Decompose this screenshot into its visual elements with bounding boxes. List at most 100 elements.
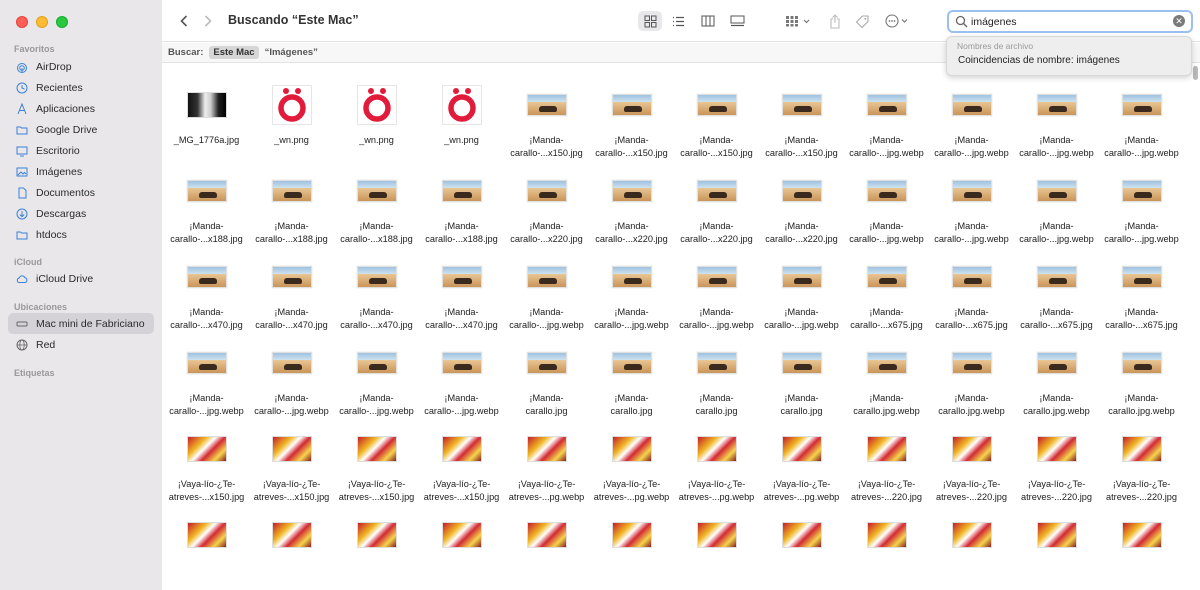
file-item[interactable]: ¡Vaya-lío-¿Te- atreves-...pg.webp <box>504 408 589 502</box>
file-item[interactable]: ¡Vaya-lío-¿Te- atreves-...220.jpg <box>1099 408 1184 502</box>
file-item[interactable]: ¡Manda- carallo-...x675.jpg <box>929 236 1014 330</box>
file-item[interactable]: ¡Manda- carallo.jpg <box>759 322 844 416</box>
file-item[interactable] <box>1099 494 1184 580</box>
icon-view-button[interactable] <box>638 11 662 31</box>
file-item[interactable]: ¡Manda- carallo-...jpg.webp <box>1099 150 1184 244</box>
file-item[interactable]: _wn.png <box>419 64 504 150</box>
sidebar-item-aplicaciones[interactable]: Aplicaciones <box>8 98 154 119</box>
sidebar-item-imagenes[interactable]: Imágenes <box>8 161 154 182</box>
file-item[interactable]: ¡Manda- carallo-...jpg.webp <box>164 322 249 416</box>
file-item[interactable]: ¡Vaya-lío-¿Te- atreves-...pg.webp <box>759 408 844 502</box>
suggestion-filename-match[interactable]: Coincidencias de nombre: imágenes <box>958 55 1120 66</box>
file-item[interactable]: ¡Manda- carallo-...jpg.webp <box>249 322 334 416</box>
file-item[interactable]: _MG_1776a.jpg <box>164 64 249 150</box>
forward-button[interactable] <box>200 12 216 30</box>
file-item[interactable]: ¡Vaya-lío-¿Te- atreves-...220.jpg <box>929 408 1014 502</box>
search-field[interactable]: ✕ <box>947 10 1193 33</box>
file-item[interactable] <box>929 494 1014 580</box>
column-view-button[interactable] <box>698 11 718 31</box>
file-item[interactable]: ¡Manda- carallo-...x188.jpg <box>419 150 504 244</box>
file-item[interactable] <box>759 494 844 580</box>
file-item[interactable]: ¡Manda- carallo-...x220.jpg <box>674 150 759 244</box>
clear-search-icon[interactable]: ✕ <box>1173 15 1185 27</box>
scope-this-mac-button[interactable]: Este Mac <box>209 46 259 59</box>
sidebar-item-google-drive[interactable]: Google Drive <box>8 119 154 140</box>
file-item[interactable]: ¡Manda- carallo.jpg.webp <box>1014 322 1099 416</box>
file-item[interactable]: ¡Manda- carallo-...jpg.webp <box>589 236 674 330</box>
file-item[interactable] <box>419 494 504 580</box>
file-item[interactable]: _wn.png <box>249 64 334 150</box>
close-window-button[interactable] <box>16 16 28 28</box>
sidebar-item-recientes[interactable]: Recientes <box>8 77 154 98</box>
file-item[interactable]: ¡Manda- carallo-...jpg.webp <box>1014 150 1099 244</box>
file-item[interactable]: ¡Manda- carallo-...jpg.webp <box>1099 64 1184 158</box>
file-item[interactable]: ¡Manda- carallo.jpg <box>674 322 759 416</box>
file-item[interactable]: ¡Vaya-lío-¿Te- atreves-...pg.webp <box>674 408 759 502</box>
file-item[interactable]: ¡Vaya-lío-¿Te- atreves-...pg.webp <box>589 408 674 502</box>
file-item[interactable]: ¡Manda- carallo-...x150.jpg <box>589 64 674 158</box>
file-item[interactable]: ¡Manda- carallo-...x675.jpg <box>844 236 929 330</box>
file-item[interactable] <box>1014 494 1099 580</box>
file-item[interactable]: ¡Manda- carallo-...jpg.webp <box>504 236 589 330</box>
sidebar-item-documentos[interactable]: Documentos <box>8 182 154 203</box>
file-item[interactable]: ¡Vaya-lío-¿Te- atreves-...220.jpg <box>1014 408 1099 502</box>
file-item[interactable]: ¡Manda- carallo-...x470.jpg <box>334 236 419 330</box>
file-item[interactable]: ¡Manda- carallo-...jpg.webp <box>674 236 759 330</box>
file-item[interactable]: ¡Manda- carallo.jpg.webp <box>1099 322 1184 416</box>
file-item[interactable]: ¡Manda- carallo-...jpg.webp <box>844 64 929 158</box>
tags-button[interactable] <box>852 11 872 31</box>
sidebar-item-descargas[interactable]: Descargas <box>8 203 154 224</box>
file-item[interactable] <box>249 494 334 580</box>
gallery-view-button[interactable] <box>726 11 748 31</box>
back-button[interactable] <box>176 12 192 30</box>
file-item[interactable]: ¡Manda- carallo-...x188.jpg <box>249 150 334 244</box>
file-item[interactable] <box>164 494 249 580</box>
file-item[interactable]: ¡Manda- carallo-...x220.jpg <box>504 150 589 244</box>
search-input[interactable] <box>971 14 1161 29</box>
file-item[interactable]: _wn.png <box>334 64 419 150</box>
file-item[interactable]: ¡Manda- carallo.jpg <box>589 322 674 416</box>
list-view-button[interactable] <box>668 11 688 31</box>
file-item[interactable]: ¡Manda- carallo-...x188.jpg <box>334 150 419 244</box>
file-item[interactable]: ¡Manda- carallo-...x150.jpg <box>759 64 844 158</box>
file-item[interactable]: ¡Manda- carallo-...x220.jpg <box>759 150 844 244</box>
file-item[interactable]: ¡Manda- carallo-...x470.jpg <box>249 236 334 330</box>
file-item[interactable]: ¡Manda- carallo.jpg.webp <box>929 322 1014 416</box>
file-item[interactable]: ¡Vaya-lío-¿Te- atreves-...x150.jpg <box>249 408 334 502</box>
file-item[interactable]: ¡Manda- carallo-...x188.jpg <box>164 150 249 244</box>
file-item[interactable]: ¡Manda- carallo-...x220.jpg <box>589 150 674 244</box>
sidebar-item-htdocs[interactable]: htdocs <box>8 224 154 245</box>
file-item[interactable] <box>334 494 419 580</box>
file-item[interactable] <box>844 494 929 580</box>
file-item[interactable]: ¡Manda- carallo-...x150.jpg <box>504 64 589 158</box>
file-item[interactable]: ¡Manda- carallo-...jpg.webp <box>759 236 844 330</box>
sidebar-item-icloud-drive[interactable]: iCloud Drive <box>8 268 154 289</box>
sidebar-item-mac-mini[interactable]: Mac mini de Fabriciano <box>8 313 154 334</box>
file-item[interactable]: ¡Manda- carallo.jpg <box>504 322 589 416</box>
file-item[interactable]: ¡Manda- carallo-...jpg.webp <box>1014 64 1099 158</box>
file-item[interactable]: ¡Manda- carallo-...x470.jpg <box>164 236 249 330</box>
file-item[interactable] <box>674 494 759 580</box>
file-item[interactable] <box>589 494 674 580</box>
file-item[interactable]: ¡Manda- carallo-...jpg.webp <box>844 150 929 244</box>
file-item[interactable]: ¡Manda- carallo.jpg.webp <box>844 322 929 416</box>
minimize-window-button[interactable] <box>36 16 48 28</box>
file-item[interactable]: ¡Vaya-lío-¿Te- atreves-...220.jpg <box>844 408 929 502</box>
file-item[interactable]: ¡Manda- carallo-...x470.jpg <box>419 236 504 330</box>
file-item[interactable]: ¡Manda- carallo-...x675.jpg <box>1014 236 1099 330</box>
file-item[interactable]: ¡Manda- carallo-...jpg.webp <box>929 150 1014 244</box>
scope-images-folder-button[interactable]: “Imágenes” <box>265 47 318 58</box>
file-item[interactable]: ¡Vaya-lío-¿Te- atreves-...x150.jpg <box>334 408 419 502</box>
file-item[interactable] <box>504 494 589 580</box>
file-item[interactable]: ¡Manda- carallo-...x150.jpg <box>674 64 759 158</box>
file-item[interactable]: ¡Vaya-lío-¿Te- atreves-...x150.jpg <box>419 408 504 502</box>
zoom-window-button[interactable] <box>56 16 68 28</box>
file-item[interactable]: ¡Manda- carallo-...jpg.webp <box>929 64 1014 158</box>
sidebar-item-red[interactable]: Red <box>8 334 154 355</box>
action-menu-button[interactable] <box>884 11 914 31</box>
file-item[interactable]: ¡Vaya-lío-¿Te- atreves-...x150.jpg <box>164 408 249 502</box>
file-item[interactable]: ¡Manda- carallo-...jpg.webp <box>334 322 419 416</box>
share-button[interactable] <box>826 11 844 31</box>
group-by-button[interactable] <box>784 11 814 31</box>
file-item[interactable]: ¡Manda- carallo-...jpg.webp <box>419 322 504 416</box>
